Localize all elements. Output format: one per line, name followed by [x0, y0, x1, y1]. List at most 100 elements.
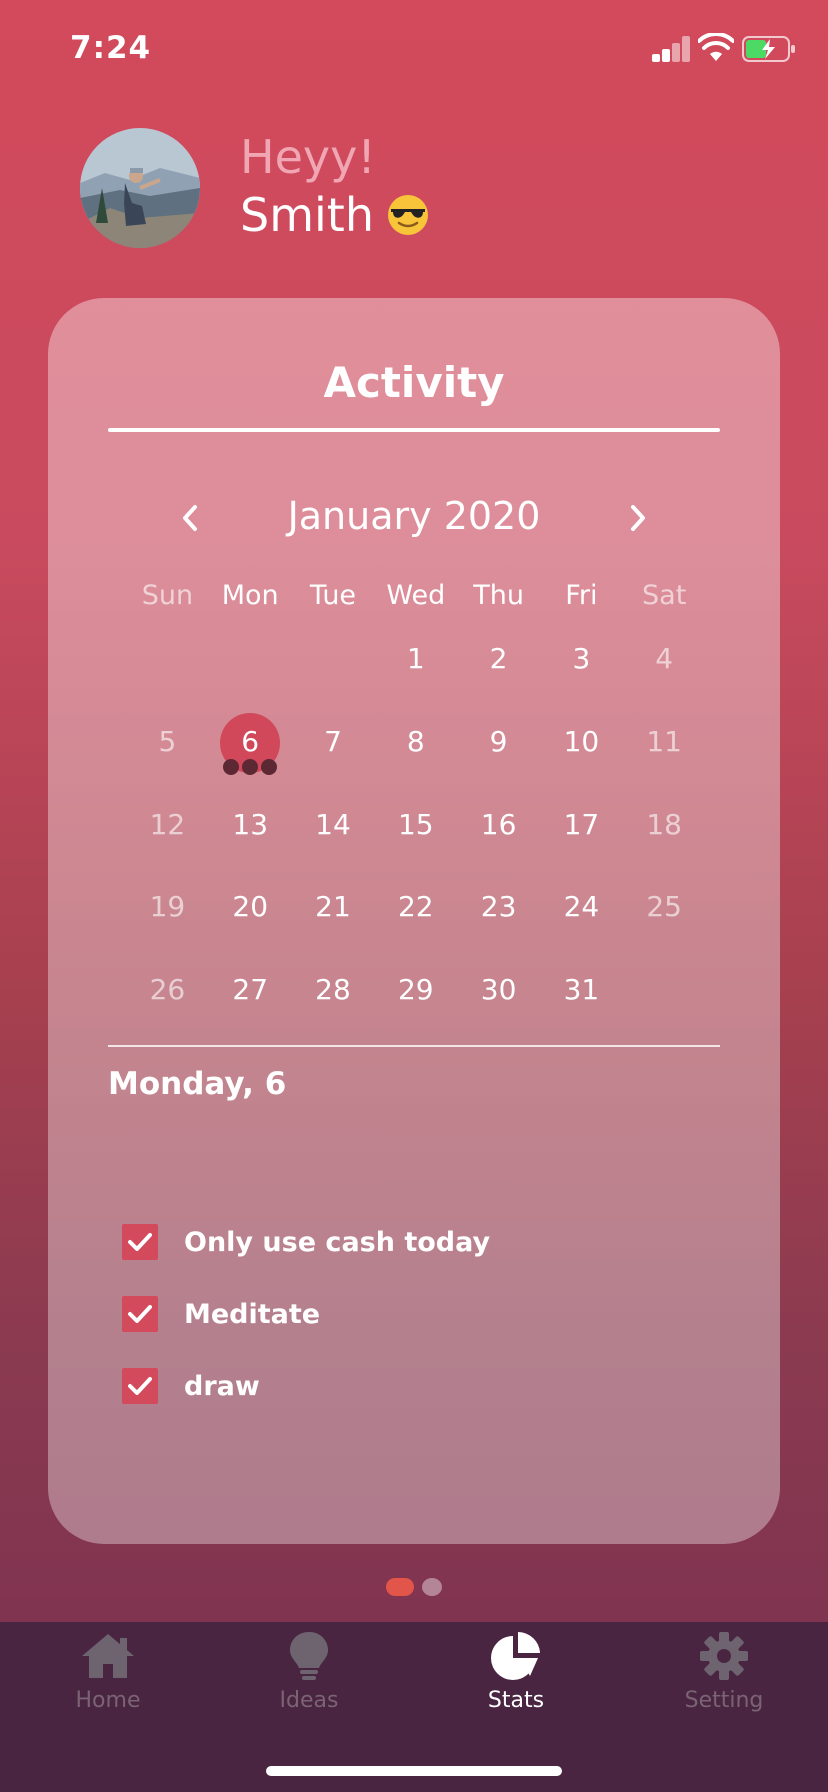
calendar-day[interactable]: 4	[623, 624, 706, 707]
task-item[interactable]: Only use cash today	[122, 1206, 490, 1278]
avatar-photo	[80, 128, 200, 248]
cellular-signal-icon	[652, 36, 690, 62]
page-dot-active[interactable]	[386, 1578, 414, 1596]
weekday-label: Sun	[141, 580, 194, 611]
sunglasses-emoji-icon	[387, 195, 428, 235]
task-label: draw	[184, 1370, 260, 1402]
calendar-day[interactable]: 5	[126, 707, 209, 790]
weekday-label: Fri	[565, 580, 598, 611]
month-navigation: January 2020	[108, 488, 720, 548]
calendar-day[interactable]: 12	[126, 790, 209, 873]
calendar-day[interactable]: 27	[209, 955, 292, 1038]
selected-day-number: 6	[241, 724, 260, 758]
title-underline	[108, 428, 720, 432]
calendar-day[interactable]: 24	[540, 872, 623, 955]
chevron-right-icon	[631, 505, 645, 531]
calendar-week: 5 6 7 8 9 10 11	[126, 707, 706, 790]
calendar-week: 12 13 14 15 16 17 18	[126, 790, 706, 873]
calendar-day-empty	[292, 624, 375, 707]
calendar-week: 19 20 21 22 23 24 25	[126, 872, 706, 955]
calendar-day[interactable]: 11	[623, 707, 706, 790]
calendar-day-empty	[126, 624, 209, 707]
weekday-label: Sat	[642, 580, 687, 611]
calendar-day[interactable]: 28	[292, 955, 375, 1038]
tab-label: Home	[75, 1688, 141, 1713]
calendar-day[interactable]: 14	[292, 790, 375, 873]
lightbulb-icon	[290, 1632, 328, 1680]
user-name-row: Smith	[240, 188, 430, 242]
calendar-day[interactable]: 22	[374, 872, 457, 955]
calendar-divider	[108, 1045, 720, 1047]
checkmark-icon	[128, 1233, 152, 1251]
event-dot	[261, 758, 278, 775]
calendar-day[interactable]: 17	[540, 790, 623, 873]
task-item[interactable]: draw	[122, 1350, 490, 1422]
task-label: Only use cash today	[184, 1226, 491, 1258]
calendar-day[interactable]: 15	[374, 790, 457, 873]
event-markers	[223, 758, 278, 775]
calendar-day[interactable]: 30	[457, 955, 540, 1038]
calendar-day[interactable]: 9	[457, 707, 540, 790]
calendar-day[interactable]: 21	[292, 872, 375, 955]
calendar-day[interactable]: 19	[126, 872, 209, 955]
calendar-day[interactable]: 10	[540, 707, 623, 790]
checkbox-checked[interactable]	[122, 1224, 158, 1260]
status-time: 7:24	[70, 30, 152, 66]
battery-charging-icon	[742, 36, 795, 62]
calendar-day[interactable]: 23	[457, 872, 540, 955]
calendar-day[interactable]: 1	[374, 624, 457, 707]
event-dot	[223, 758, 240, 775]
calendar-day-selected[interactable]: 6	[209, 707, 292, 790]
task-label: Meditate	[184, 1298, 321, 1330]
wifi-icon	[698, 33, 734, 61]
weekday-header: Sun Mon Tue Wed Thu Fri Sat	[126, 568, 706, 624]
checkmark-icon	[128, 1305, 152, 1323]
weekday-label: Thu	[473, 580, 524, 611]
activity-card: Activity January 2020 Sun Mon Tue Wed Th…	[48, 298, 780, 1544]
calendar-grid: Sun Mon Tue Wed Thu Fri Sat 1 2 3 4 5 6	[126, 568, 706, 1038]
calendar-day[interactable]: 13	[209, 790, 292, 873]
calendar-week: 1 2 3 4	[126, 624, 706, 707]
event-dot	[242, 758, 259, 775]
calendar-day[interactable]: 29	[374, 955, 457, 1038]
calendar-day-empty	[623, 955, 706, 1038]
checkmark-icon	[128, 1377, 152, 1395]
page-indicator[interactable]	[0, 1578, 828, 1596]
avatar[interactable]	[80, 128, 200, 248]
tab-home[interactable]: Home	[28, 1630, 188, 1730]
tab-ideas[interactable]: Ideas	[229, 1630, 389, 1730]
calendar-day[interactable]: 25	[623, 872, 706, 955]
next-month-button[interactable]	[608, 488, 668, 548]
calendar-day[interactable]: 8	[374, 707, 457, 790]
calendar-week: 26 27 28 29 30 31	[126, 955, 706, 1038]
home-icon	[82, 1634, 134, 1678]
home-indicator[interactable]	[266, 1766, 562, 1776]
calendar-day[interactable]: 18	[623, 790, 706, 873]
tab-setting[interactable]: Setting	[644, 1630, 804, 1730]
selected-day-title: Monday, 6	[108, 1066, 287, 1102]
weekday-label: Tue	[309, 580, 357, 611]
calendar-day-empty	[209, 624, 292, 707]
checkbox-checked[interactable]	[122, 1296, 158, 1332]
tab-label: Setting	[684, 1688, 764, 1713]
task-list: Only use cash today Meditate draw	[122, 1206, 490, 1422]
calendar-day[interactable]: 20	[209, 872, 292, 955]
calendar-day[interactable]: 31	[540, 955, 623, 1038]
calendar-day[interactable]: 3	[540, 624, 623, 707]
checkbox-checked[interactable]	[122, 1368, 158, 1404]
tab-stats[interactable]: Stats	[436, 1630, 596, 1730]
tab-label: Stats	[487, 1688, 545, 1713]
user-name: Smith	[240, 188, 374, 242]
calendar-day[interactable]: 7	[292, 707, 375, 790]
calendar-day[interactable]: 26	[126, 955, 209, 1038]
weekday-label: Wed	[386, 580, 446, 611]
gear-icon	[700, 1632, 748, 1680]
task-item[interactable]: Meditate	[122, 1278, 490, 1350]
page-dot[interactable]	[422, 1578, 442, 1596]
status-bar: 7:24	[0, 0, 828, 100]
calendar-day[interactable]: 2	[457, 624, 540, 707]
calendar-day[interactable]: 16	[457, 790, 540, 873]
card-title: Activity	[323, 358, 505, 407]
greeting-text: Heyy!	[240, 130, 376, 184]
tab-label: Ideas	[279, 1688, 339, 1713]
